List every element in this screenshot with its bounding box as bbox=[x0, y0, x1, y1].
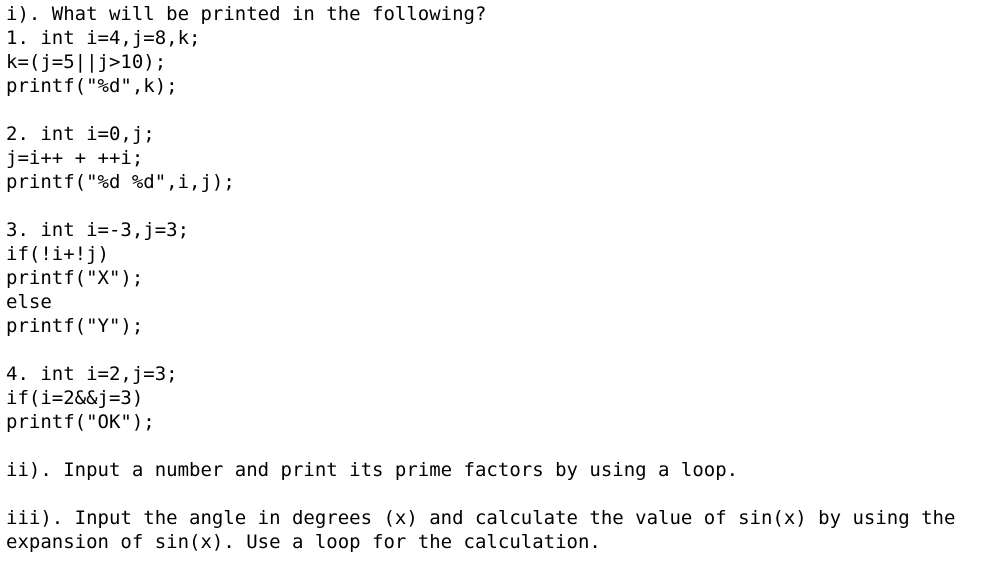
code-line: if(i=2&&j=3) bbox=[6, 387, 144, 409]
question-1-heading: i). What will be printed in the followin… bbox=[6, 3, 487, 25]
code-line: 1. int i=4,j=8,k; bbox=[6, 27, 201, 49]
question-1-part-3: 3. int i=-3,j=3; if(!i+!j) printf("X"); … bbox=[6, 218, 1006, 338]
code-line: 2. int i=0,j; bbox=[6, 123, 155, 145]
code-line: printf("%d %d",i,j); bbox=[6, 171, 235, 193]
code-line: printf("OK"); bbox=[6, 411, 155, 433]
question-3-text: iii). Input the angle in degrees (x) and… bbox=[6, 507, 956, 553]
question-1-part-2: 2. int i=0,j; j=i++ + ++i; printf("%d %d… bbox=[6, 122, 1006, 194]
code-line: printf("%d",k); bbox=[6, 75, 178, 97]
code-line: printf("X"); bbox=[6, 267, 144, 289]
document: i). What will be printed in the followin… bbox=[6, 2, 1006, 554]
code-line: printf("Y"); bbox=[6, 315, 144, 337]
code-line: k=(j=5||j>10); bbox=[6, 51, 167, 73]
code-line: 4. int i=2,j=3; bbox=[6, 363, 178, 385]
code-line: 3. int i=-3,j=3; bbox=[6, 219, 190, 241]
question-2-text: ii). Input a number and print its prime … bbox=[6, 459, 739, 481]
question-1-part-1: 1. int i=4,j=8,k; k=(j=5||j>10); printf(… bbox=[6, 26, 1006, 98]
code-line: if(!i+!j) bbox=[6, 243, 109, 265]
code-line: j=i++ + ++i; bbox=[6, 147, 144, 169]
question-1-part-4: 4. int i=2,j=3; if(i=2&&j=3) printf("OK"… bbox=[6, 362, 1006, 434]
code-line: else bbox=[6, 291, 52, 313]
